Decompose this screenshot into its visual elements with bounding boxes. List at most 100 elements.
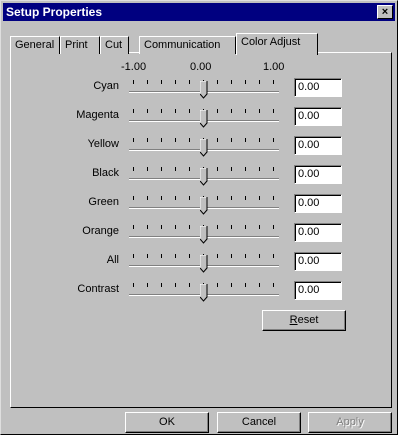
- value-field-yellow[interactable]: 0.00: [294, 136, 342, 155]
- scale-mid-label: 0.00: [190, 61, 212, 73]
- slider-tick: [245, 196, 246, 200]
- slider-tick: [189, 283, 190, 287]
- slider-black[interactable]: [129, 165, 279, 189]
- slider-tick: [259, 167, 260, 171]
- tab-label: Color Adjust: [241, 36, 301, 48]
- slider-tick: [133, 167, 134, 171]
- close-icon[interactable]: ×: [377, 5, 393, 19]
- slider-tick: [217, 283, 218, 287]
- slider-tick: [161, 109, 162, 113]
- scale-min-label: -1.00: [121, 61, 147, 73]
- reset-button[interactable]: Reset: [262, 310, 346, 331]
- slider-tick: [133, 225, 134, 229]
- slider-tick: [217, 196, 218, 200]
- slider-tick: [175, 138, 176, 142]
- slider-thumb-icon[interactable]: [200, 110, 208, 128]
- slider-magenta[interactable]: [129, 107, 279, 131]
- value-field-green[interactable]: 0.00: [294, 194, 342, 213]
- slider-thumb-icon[interactable]: [200, 255, 208, 273]
- tab-color-adjust[interactable]: Color Adjust: [236, 33, 318, 55]
- slider-thumb-icon[interactable]: [200, 168, 208, 186]
- value-field-contrast[interactable]: 0.00: [294, 281, 342, 300]
- slider-tick: [245, 254, 246, 258]
- slider-tick: [175, 109, 176, 113]
- slider-tick: [161, 225, 162, 229]
- slider-orange[interactable]: [129, 223, 279, 247]
- slider-label: Yellow: [87, 138, 119, 150]
- slider-tick: [217, 225, 218, 229]
- value-field-magenta[interactable]: 0.00: [294, 107, 342, 126]
- slider-thumb-icon[interactable]: [200, 226, 208, 244]
- slider-all[interactable]: [129, 252, 279, 276]
- apply-button[interactable]: Apply: [308, 412, 392, 433]
- tab-general[interactable]: General: [10, 36, 60, 54]
- slider-tick: [259, 254, 260, 258]
- slider-label: All: [106, 254, 119, 266]
- slider-thumb-icon[interactable]: [200, 197, 208, 215]
- tab-label: General: [15, 39, 55, 51]
- slider-label: Magenta: [76, 109, 119, 121]
- slider-tick: [259, 80, 260, 84]
- slider-tick: [231, 167, 232, 171]
- slider-tick: [245, 225, 246, 229]
- slider-tick: [259, 196, 260, 200]
- tab-cut[interactable]: Cut: [100, 36, 129, 54]
- slider-label: Green: [88, 196, 119, 208]
- cancel-button[interactable]: Cancel: [217, 412, 301, 433]
- slider-tick: [231, 225, 232, 229]
- slider-tick: [161, 80, 162, 84]
- value-field-all[interactable]: 0.00: [294, 252, 342, 271]
- tab-label: Print: [65, 39, 88, 51]
- slider-tick: [161, 138, 162, 142]
- slider-tick: [189, 109, 190, 113]
- slider-tick: [147, 109, 148, 113]
- slider-tick: [273, 254, 274, 258]
- slider-row-cyan: Cyan 0.00: [1, 78, 398, 104]
- slider-tick: [147, 196, 148, 200]
- slider-green[interactable]: [129, 194, 279, 218]
- slider-tick: [231, 109, 232, 113]
- slider-tick: [273, 109, 274, 113]
- slider-tick: [175, 283, 176, 287]
- value-field-cyan[interactable]: 0.00: [294, 78, 342, 97]
- slider-label: Black: [92, 167, 119, 179]
- slider-tick: [133, 109, 134, 113]
- slider-tick: [259, 138, 260, 142]
- slider-tick: [231, 254, 232, 258]
- slider-tick: [175, 254, 176, 258]
- slider-row-contrast: Contrast 0.00: [1, 281, 398, 307]
- slider-tick: [273, 196, 274, 200]
- slider-tick: [273, 283, 274, 287]
- slider-tick: [147, 138, 148, 142]
- slider-tick: [161, 254, 162, 258]
- slider-label: Cyan: [93, 80, 119, 92]
- slider-contrast[interactable]: [129, 281, 279, 305]
- slider-tick: [175, 80, 176, 84]
- slider-tick: [245, 109, 246, 113]
- slider-tick: [189, 167, 190, 171]
- slider-tick: [259, 109, 260, 113]
- value-field-black[interactable]: 0.00: [294, 165, 342, 184]
- slider-tick: [147, 225, 148, 229]
- tab-print[interactable]: Print: [60, 36, 100, 54]
- tab-label: Cut: [105, 39, 123, 51]
- slider-thumb-icon[interactable]: [200, 139, 208, 157]
- slider-tick: [245, 167, 246, 171]
- value-field-orange[interactable]: 0.00: [294, 223, 342, 242]
- slider-thumb-icon[interactable]: [200, 81, 208, 99]
- tab-communication[interactable]: Communication: [139, 36, 236, 54]
- slider-row-black: Black 0.00: [1, 165, 398, 191]
- setup-properties-window: Setup Properties × General Print Cut Com…: [0, 0, 398, 435]
- slider-thumb-icon[interactable]: [200, 284, 208, 302]
- ok-button[interactable]: OK: [125, 412, 209, 433]
- slider-yellow[interactable]: [129, 136, 279, 160]
- slider-tick: [175, 167, 176, 171]
- slider-tick: [259, 225, 260, 229]
- slider-tick: [161, 196, 162, 200]
- slider-tick: [133, 196, 134, 200]
- reset-label: eset: [297, 314, 319, 326]
- slider-tick: [245, 283, 246, 287]
- slider-label: Contrast: [77, 283, 119, 295]
- slider-cyan[interactable]: [129, 78, 279, 102]
- slider-tick: [133, 283, 134, 287]
